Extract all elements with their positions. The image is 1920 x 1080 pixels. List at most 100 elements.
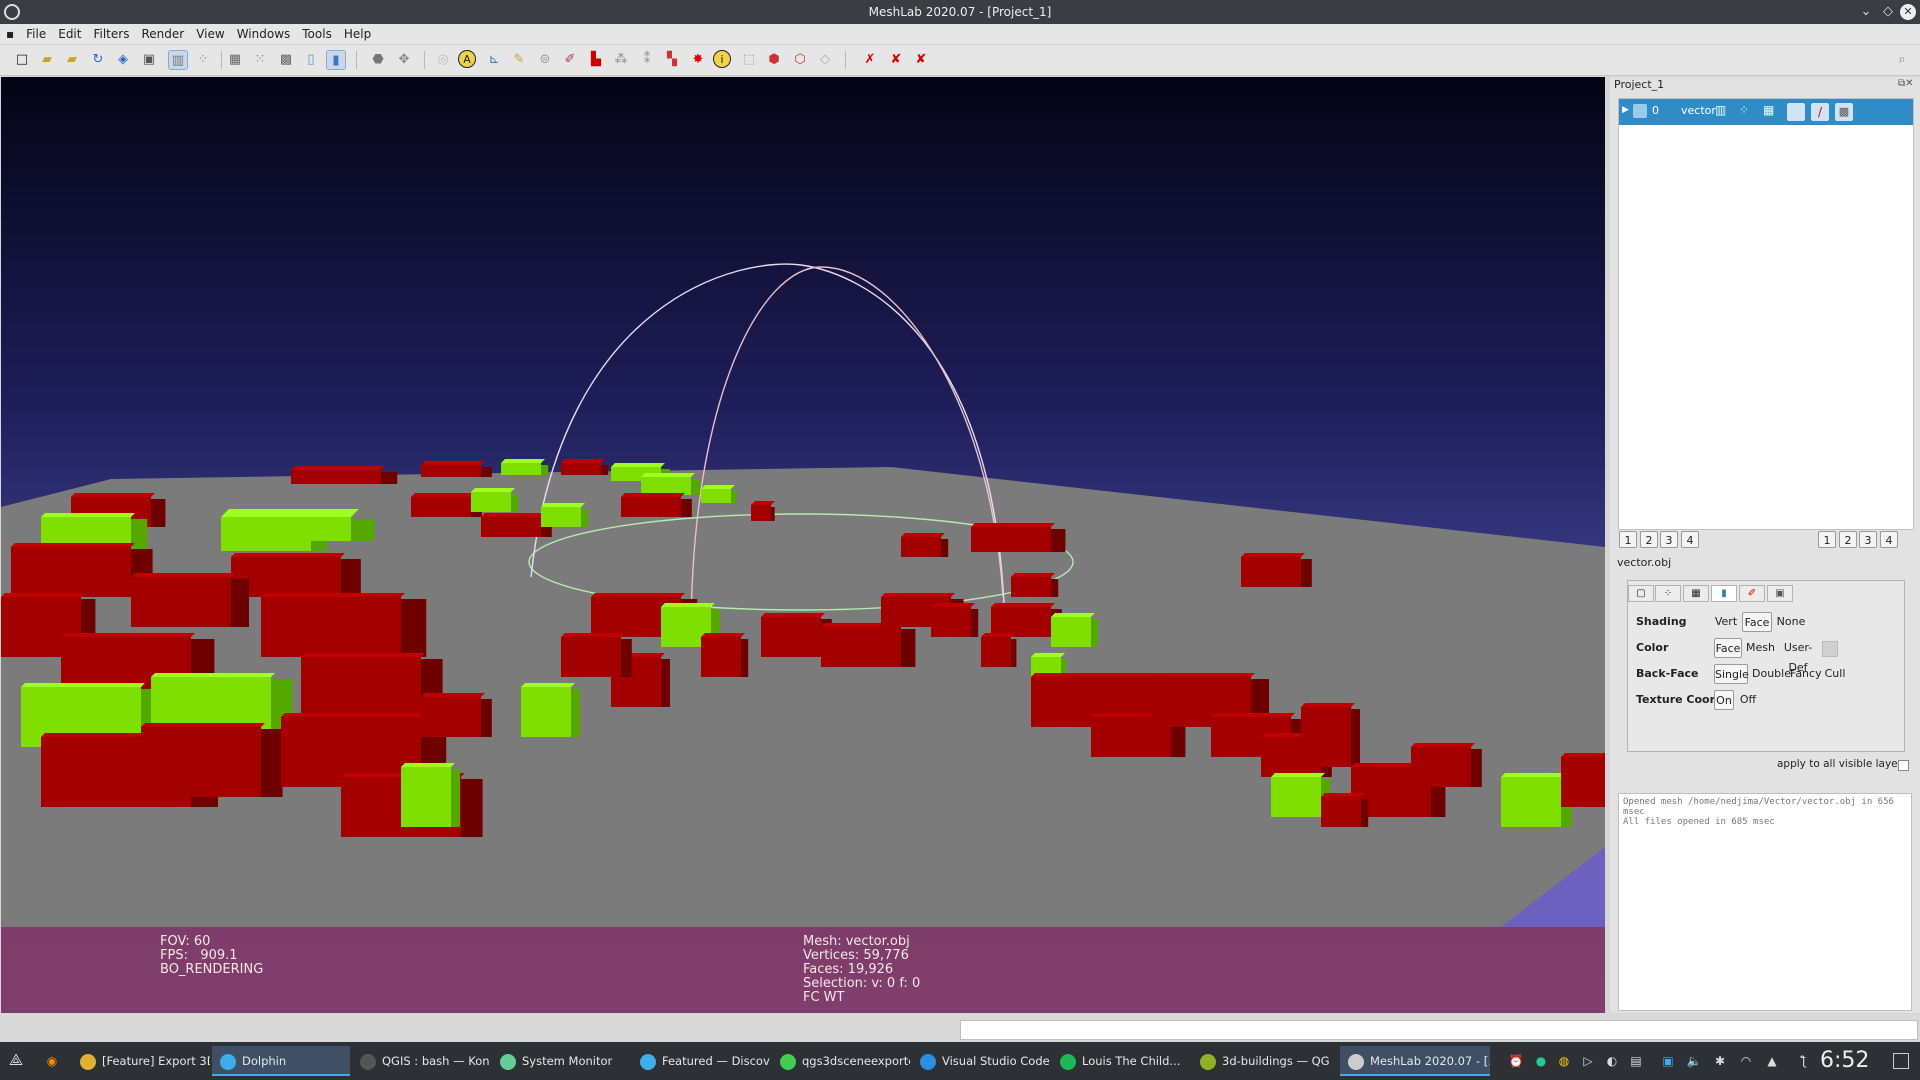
taskbar-item[interactable]: qgs3dsceneexporter... xyxy=(772,1046,910,1076)
layer-tree[interactable]: ▶ 0 vector ▥ ⁘ ▦ / ▩ xyxy=(1618,98,1914,530)
bbox-icon[interactable]: ▥ xyxy=(168,50,188,70)
color-userdef-option[interactable]: User-Def xyxy=(1778,638,1818,674)
new-project-icon[interactable]: □ xyxy=(12,50,32,70)
apply-all-checkbox[interactable] xyxy=(1898,760,1909,771)
select-vertex-icon[interactable]: ⬡ xyxy=(790,50,810,70)
layer-texture-icon[interactable]: ▩ xyxy=(1835,103,1853,121)
points-icon[interactable]: ⁘ xyxy=(193,50,213,70)
taskbar-item[interactable]: System Monitor xyxy=(492,1046,630,1076)
reload-icon[interactable]: ↻ xyxy=(88,50,108,70)
tab-points-icon[interactable]: ⁘ xyxy=(1655,585,1681,602)
tray-green-icon[interactable]: ● xyxy=(1533,1053,1549,1069)
menu-filters[interactable]: Filters xyxy=(87,24,135,44)
erase-icon[interactable]: ◇ xyxy=(815,50,835,70)
taskbar-item[interactable]: Featured — Discover xyxy=(632,1046,770,1076)
render-button-4[interactable]: 4 xyxy=(1880,531,1898,548)
taskbar-item[interactable]: MeshLab 2020.07 - [... xyxy=(1340,1046,1490,1076)
snapshot-icon[interactable]: ▣ xyxy=(139,50,159,70)
show-desktop-icon[interactable] xyxy=(1893,1053,1909,1069)
view-button-3[interactable]: 3 xyxy=(1660,531,1678,548)
color-red-icon[interactable]: ✐ xyxy=(560,50,580,70)
minimize-button[interactable]: ⌄ xyxy=(1856,2,1876,22)
selection-area-icon[interactable]: ⬚ xyxy=(739,50,759,70)
menu-edit[interactable]: Edit xyxy=(52,24,87,44)
tab-wire-icon[interactable]: ▦ xyxy=(1683,585,1709,602)
move-icon[interactable]: ▙ xyxy=(586,50,606,70)
tray-bluetooth-icon[interactable]: ✱ xyxy=(1712,1053,1728,1069)
layer-row-vector[interactable]: ▶ 0 vector ▥ ⁘ ▦ / ▩ xyxy=(1619,99,1913,125)
tab-bbox-icon[interactable]: ▢ xyxy=(1628,585,1654,602)
wireframe-icon[interactable]: ▦ xyxy=(225,50,245,70)
layer-points-icon[interactable]: ⁘ xyxy=(1739,103,1757,121)
backface-cull-option[interactable]: Cull xyxy=(1824,664,1846,684)
app-launcher-icon[interactable]: ⟁ xyxy=(8,1052,24,1068)
taskbar-item[interactable]: 3d-buildings — QGI... xyxy=(1192,1046,1330,1076)
delete-x-icon[interactable]: ✗ xyxy=(860,50,880,70)
open-project-icon[interactable]: ▰ xyxy=(37,50,57,70)
expand-arrow-icon[interactable]: ▶ xyxy=(1622,105,1629,115)
search-icon[interactable]: ⌕ xyxy=(1892,50,1912,70)
tray-updates-icon[interactable]: ◐ xyxy=(1604,1053,1620,1069)
pick-points-icon[interactable]: ✥ xyxy=(394,50,414,70)
layer-smooth-icon[interactable] xyxy=(1787,103,1805,121)
smooth-icon[interactable]: ▩ xyxy=(276,50,296,70)
view-button-4[interactable]: 4 xyxy=(1681,531,1699,548)
flat-icon[interactable]: ⁙ xyxy=(250,50,270,70)
view-button-1[interactable]: 1 xyxy=(1619,531,1637,548)
delete-faces-icon[interactable]: ✘ xyxy=(886,50,906,70)
visibility-eye-icon[interactable] xyxy=(1633,104,1647,118)
layer-wire-icon[interactable]: ▦ xyxy=(1763,103,1781,121)
tab-texture-icon[interactable]: ▣ xyxy=(1767,585,1793,602)
menu-app-icon[interactable]: ▪ xyxy=(0,24,20,44)
color-ramp-icon[interactable]: ⁑ xyxy=(637,50,657,70)
taskbar-item[interactable]: QGIS : bash — Kons... xyxy=(352,1046,490,1076)
close-button[interactable]: ✕ xyxy=(1900,4,1916,20)
taskbar-item[interactable]: Dolphin xyxy=(212,1046,350,1076)
backface-double-option[interactable]: Double xyxy=(1752,664,1791,684)
light-icon[interactable]: ▮ xyxy=(326,50,346,70)
menu-tools[interactable]: Tools xyxy=(296,24,338,44)
menu-view[interactable]: View xyxy=(190,24,230,44)
tray-volume-icon[interactable]: 🔈 xyxy=(1686,1053,1702,1069)
float-panel-icon[interactable]: ⧉✕ xyxy=(1898,78,1914,89)
menu-windows[interactable]: Windows xyxy=(231,24,297,44)
measure-icon[interactable]: ⊾ xyxy=(484,50,504,70)
shading-face-option[interactable]: Face xyxy=(1742,612,1772,632)
menu-file[interactable]: File xyxy=(20,24,52,44)
info-icon[interactable]: i xyxy=(713,50,731,68)
tray-connect-icon[interactable]: ƪ xyxy=(1796,1053,1812,1069)
taskbar-item[interactable]: Louis The Child... xyxy=(1052,1046,1190,1076)
open-mesh-icon[interactable]: ▰ xyxy=(62,50,82,70)
paint-icon[interactable]: ✎ xyxy=(509,50,529,70)
user-color-swatch[interactable] xyxy=(1822,641,1838,657)
taskbar-item[interactable]: [Feature] Export 3D ... xyxy=(72,1046,210,1076)
menu-help[interactable]: Help xyxy=(338,24,377,44)
shading-vert-option[interactable]: Vert xyxy=(1714,612,1738,632)
tab-paint-icon[interactable]: ✐ xyxy=(1739,585,1765,602)
tray-chrome-icon[interactable]: ◍ xyxy=(1556,1053,1572,1069)
view-button-2[interactable]: 2 xyxy=(1640,531,1658,548)
backface-fancy-option[interactable]: Fancy xyxy=(1790,664,1822,684)
scene-canvas[interactable] xyxy=(1,77,1605,927)
menu-render[interactable]: Render xyxy=(135,24,190,44)
taskbar-item[interactable]: Visual Studio Code xyxy=(912,1046,1050,1076)
layer-paint-icon[interactable]: / xyxy=(1811,103,1829,121)
tab-solid-icon[interactable]: ▮ xyxy=(1711,585,1737,602)
annotate-a-icon[interactable]: A xyxy=(458,50,476,68)
clock[interactable]: 6:52 xyxy=(1820,1046,1869,1076)
backface-single-option[interactable]: Single xyxy=(1714,664,1749,684)
edit-x-icon[interactable]: ▚ xyxy=(662,50,682,70)
texcoord-on-option[interactable]: On xyxy=(1714,690,1734,710)
3d-viewport[interactable]: FOV: 60 FPS: 909.1 BO_RENDERING Mesh: ve… xyxy=(1,77,1605,1013)
select-faces-icon[interactable]: ⬣ xyxy=(368,50,388,70)
save-icon[interactable]: ◈ xyxy=(113,50,133,70)
star-icon[interactable]: ✸ xyxy=(688,50,708,70)
shading-none-option[interactable]: None xyxy=(1776,612,1806,632)
render-button-2[interactable]: 2 xyxy=(1839,531,1857,548)
delete-vertices-icon[interactable]: ✘ xyxy=(911,50,931,70)
render-button-1[interactable]: 1 xyxy=(1818,531,1836,548)
texcoord-off-option[interactable]: Off xyxy=(1738,690,1758,710)
sphere-icon[interactable]: ◎ xyxy=(433,50,453,70)
color-face-option[interactable]: Face xyxy=(1714,638,1742,658)
align-icon[interactable]: ⁂ xyxy=(611,50,631,70)
